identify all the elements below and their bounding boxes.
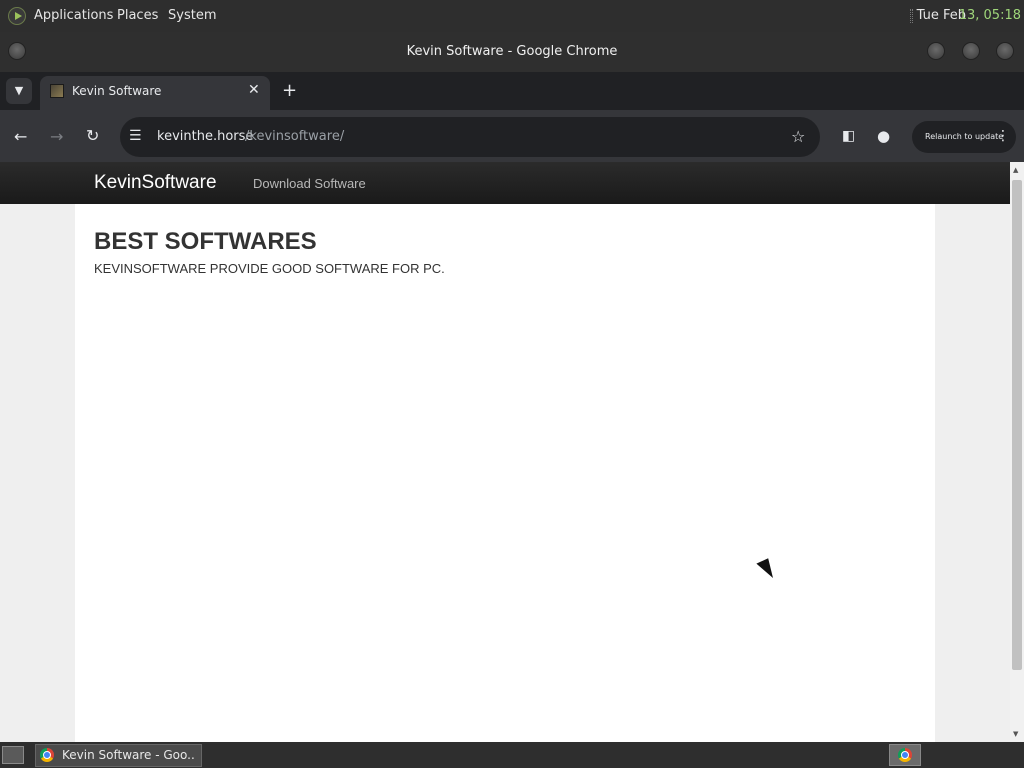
nav-link-download-software[interactable]: Download Software — [253, 176, 366, 191]
url-host[interactable]: kevinthe.horse — [157, 129, 253, 144]
content-container — [75, 204, 935, 742]
chrome-icon — [898, 748, 912, 762]
minimize-button[interactable] — [927, 42, 945, 60]
menu-system[interactable]: System — [168, 8, 216, 23]
scroll-down-icon[interactable]: ▼ — [1013, 730, 1018, 738]
window-title: Kevin Software - Google Chrome — [406, 44, 618, 59]
star-icon[interactable]: ☆ — [791, 127, 805, 146]
close-window-button[interactable] — [996, 42, 1014, 60]
distro-logo-icon[interactable] — [8, 7, 26, 25]
close-icon[interactable]: ✕ — [248, 82, 260, 98]
site-favicon-icon — [50, 84, 64, 98]
relaunch-label: Relaunch to update — [925, 132, 1004, 141]
arrow-left-icon[interactable]: ← — [14, 127, 27, 146]
tab-search-button[interactable]: ▼ — [6, 78, 32, 104]
reload-icon[interactable]: ↻ — [86, 126, 99, 145]
tab-title: Kevin Software — [72, 84, 162, 98]
arrow-right-icon[interactable]: → — [50, 127, 63, 146]
clock-time[interactable]: 13, 05:18 — [959, 8, 1021, 23]
scrollbar-thumb[interactable] — [1012, 180, 1022, 670]
window-menu-button[interactable] — [8, 42, 26, 60]
menu-applications[interactable]: Applications — [34, 8, 113, 23]
side-panel-icon[interactable]: ◧ — [842, 128, 855, 144]
desktop-top-panel: Applications Places System — [0, 0, 1024, 32]
taskbar-item-label: Kevin Software - Goo... — [62, 748, 194, 762]
maximize-button[interactable] — [962, 42, 980, 60]
show-desktop-icon[interactable] — [2, 746, 24, 764]
tune-icon[interactable]: ☰ — [129, 128, 142, 144]
kebab-icon[interactable]: ⋮ — [996, 128, 1010, 144]
panel-separator — [910, 9, 913, 23]
url-path[interactable]: /kevinsoftware/ — [245, 129, 344, 144]
menu-places[interactable]: Places — [117, 8, 158, 23]
scroll-up-icon[interactable]: ▲ — [1013, 166, 1018, 174]
page-title: BEST SOFTWARES — [94, 228, 317, 255]
chrome-icon — [40, 748, 54, 762]
plus-icon[interactable]: + — [282, 80, 297, 101]
chevron-down-icon: ▼ — [14, 84, 24, 97]
window-titlebar[interactable]: Kevin Software - Google Chrome — [0, 32, 1024, 72]
site-brand-link[interactable]: KevinSoftware — [94, 172, 217, 194]
page-subtitle: KEVINSOFTWARE PROVIDE GOOD SOFTWARE FOR … — [94, 261, 445, 276]
profile-icon[interactable]: ● — [877, 127, 890, 145]
